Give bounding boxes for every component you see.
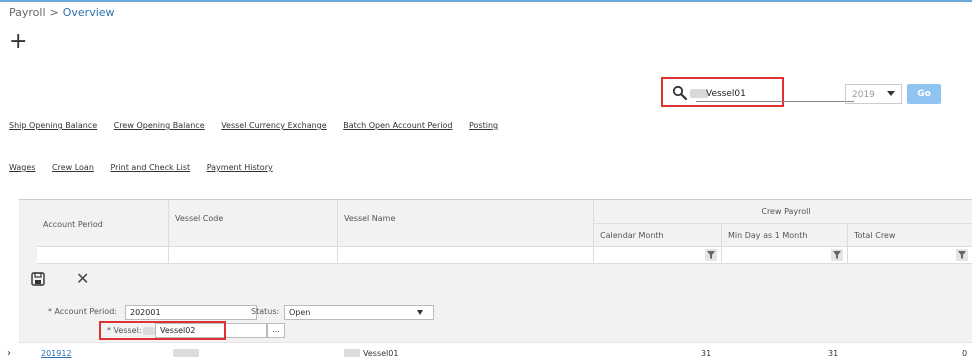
cell-min-day: 31 xyxy=(828,349,839,358)
cell-calendar-month: 31 xyxy=(701,349,712,358)
link-posting[interactable]: Posting xyxy=(469,121,498,130)
link-vessel-currency-exchange[interactable]: Vessel Currency Exchange xyxy=(221,121,326,130)
payroll-grid: Account Period Vessel Code Vessel Name C… xyxy=(7,199,972,363)
link-batch-open-account-period[interactable]: Batch Open Account Period xyxy=(343,121,452,130)
table-row[interactable]: › 201912 Vessel01 31 31 0 xyxy=(7,342,972,363)
column-header-account-period[interactable]: Account Period xyxy=(37,200,169,247)
column-group-crew-payroll: Crew Payroll xyxy=(594,200,972,224)
chevron-down-icon xyxy=(417,310,423,315)
highlight-box-vessel xyxy=(99,321,226,340)
year-select[interactable]: 2019 xyxy=(845,84,902,104)
filter-account-period[interactable] xyxy=(37,247,169,264)
column-header-vessel-name[interactable]: Vessel Name xyxy=(338,200,594,247)
breadcrumb: Payroll > Overview xyxy=(9,6,115,19)
account-period-input[interactable] xyxy=(125,305,257,320)
search-input[interactable] xyxy=(696,86,854,102)
column-header-min-day[interactable]: Min Day as 1 Month xyxy=(722,224,848,247)
link-wages[interactable]: Wages xyxy=(9,163,35,172)
filter-icon[interactable] xyxy=(831,249,843,261)
account-period-label: * Account Period: xyxy=(48,307,118,316)
column-header-vessel-code[interactable]: Vessel Code xyxy=(169,200,338,247)
cell-total-crew: 0 xyxy=(962,349,968,358)
link-ship-opening-balance[interactable]: Ship Opening Balance xyxy=(9,121,97,130)
status-label: Status: xyxy=(251,307,280,316)
chevron-right-icon[interactable]: › xyxy=(7,348,11,359)
breadcrumb-separator: > xyxy=(49,6,59,19)
filter-min-day[interactable] xyxy=(722,247,848,264)
filter-icon[interactable] xyxy=(956,249,968,261)
top-divider xyxy=(0,0,972,2)
column-header-total-crew[interactable]: Total Crew xyxy=(848,224,972,247)
blurred-text xyxy=(344,349,360,357)
go-button[interactable]: Go xyxy=(907,84,941,104)
breadcrumb-current[interactable]: Overview xyxy=(63,6,115,19)
filter-calendar-month[interactable] xyxy=(594,247,722,264)
plus-icon[interactable]: + xyxy=(9,31,27,53)
status-value: Open xyxy=(289,308,311,317)
links-row-1: Ship Opening Balance Crew Opening Balanc… xyxy=(9,121,512,130)
save-icon[interactable] xyxy=(31,272,45,286)
filter-vessel-code[interactable] xyxy=(169,247,338,264)
search-icon[interactable] xyxy=(672,85,688,101)
chevron-down-icon xyxy=(887,91,895,96)
link-print-and-check-list[interactable]: Print and Check List xyxy=(110,163,190,172)
year-value: 2019 xyxy=(852,90,875,100)
link-payment-history[interactable]: Payment History xyxy=(207,163,273,172)
vessel-browse-button[interactable]: ... xyxy=(267,323,285,338)
link-crew-opening-balance[interactable]: Crew Opening Balance xyxy=(114,121,205,130)
search-bar xyxy=(672,85,854,102)
filter-icon[interactable] xyxy=(705,249,717,261)
status-select[interactable]: Open xyxy=(284,305,434,320)
column-header-calendar-month[interactable]: Calendar Month xyxy=(594,224,722,247)
close-icon[interactable]: ✕ xyxy=(76,269,89,288)
cell-account-period[interactable]: 201912 xyxy=(41,349,72,358)
filter-total-crew[interactable] xyxy=(848,247,972,264)
link-crew-loan[interactable]: Crew Loan xyxy=(52,163,94,172)
filter-vessel-name[interactable] xyxy=(338,247,594,264)
links-row-2: Wages Crew Loan Print and Check List Pay… xyxy=(9,163,287,172)
blurred-text xyxy=(173,349,199,357)
breadcrumb-parent[interactable]: Payroll xyxy=(9,6,46,19)
cell-vessel-name: Vessel01 xyxy=(363,349,399,358)
